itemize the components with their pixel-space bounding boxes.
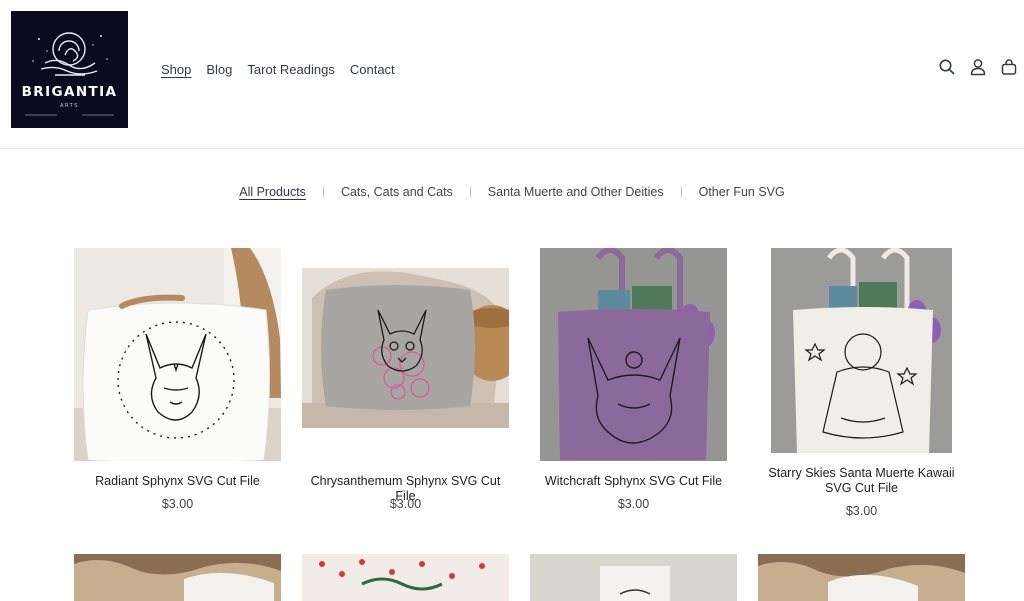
product-card[interactable] bbox=[758, 554, 965, 601]
product-image[interactable] bbox=[758, 554, 965, 601]
product-image[interactable] bbox=[74, 248, 281, 461]
site-header: BRIGANTIA ARTS Shop Blog Tarot Readings … bbox=[0, 0, 1024, 149]
product-card[interactable] bbox=[530, 554, 737, 601]
product-title[interactable]: Witchcraft Sphynx SVG Cut File bbox=[530, 474, 737, 489]
header-actions bbox=[938, 58, 1018, 76]
product-image[interactable] bbox=[530, 554, 737, 601]
product-price: $3.00 bbox=[845, 504, 878, 518]
brand-sub: ARTS bbox=[60, 103, 79, 109]
product-card[interactable] bbox=[74, 554, 281, 601]
nav-item-contact[interactable]: Contact bbox=[350, 62, 395, 77]
nav-item-blog[interactable]: Blog bbox=[206, 62, 232, 77]
product-image[interactable] bbox=[302, 554, 509, 601]
product-title[interactable]: Starry Skies Santa Muerte Kawaii SVG Cut… bbox=[758, 466, 965, 496]
category-santa-muerte[interactable]: Santa Muerte and Other Deities bbox=[471, 185, 681, 199]
product-price: $3.00 bbox=[161, 497, 194, 511]
category-all-products[interactable]: All Products bbox=[222, 185, 323, 199]
search-icon[interactable] bbox=[938, 58, 956, 76]
brand-logo[interactable]: BRIGANTIA ARTS bbox=[11, 11, 128, 128]
product-card[interactable]: Radiant Sphynx SVG Cut File $3.00 bbox=[74, 248, 281, 518]
product-image[interactable] bbox=[74, 554, 281, 601]
product-image[interactable] bbox=[540, 248, 727, 461]
product-card[interactable]: Starry Skies Santa Muerte Kawaii SVG Cut… bbox=[758, 248, 965, 528]
nav-item-shop[interactable]: Shop bbox=[161, 62, 191, 77]
product-price: $3.00 bbox=[617, 497, 650, 511]
product-image[interactable] bbox=[302, 268, 509, 428]
product-price: $3.00 bbox=[389, 497, 422, 511]
category-cats[interactable]: Cats, Cats and Cats bbox=[324, 185, 470, 199]
product-card[interactable] bbox=[302, 554, 509, 601]
product-card[interactable]: Witchcraft Sphynx SVG Cut File $3.00 bbox=[530, 248, 737, 518]
category-other-fun-svg[interactable]: Other Fun SVG bbox=[682, 185, 802, 199]
product-title[interactable]: Radiant Sphynx SVG Cut File bbox=[74, 474, 281, 489]
brand-name: BRIGANTIA bbox=[21, 84, 118, 100]
cart-icon[interactable] bbox=[1000, 58, 1018, 76]
account-icon[interactable] bbox=[969, 58, 987, 76]
product-image[interactable] bbox=[771, 248, 952, 453]
category-filter: All Products Cats, Cats and Cats Santa M… bbox=[0, 185, 1024, 199]
main-nav: Shop Blog Tarot Readings Contact bbox=[161, 62, 395, 77]
product-card[interactable]: Chrysanthemum Sphynx SVG Cut File $3.00 bbox=[302, 248, 509, 518]
nav-item-tarot-readings[interactable]: Tarot Readings bbox=[247, 62, 334, 77]
